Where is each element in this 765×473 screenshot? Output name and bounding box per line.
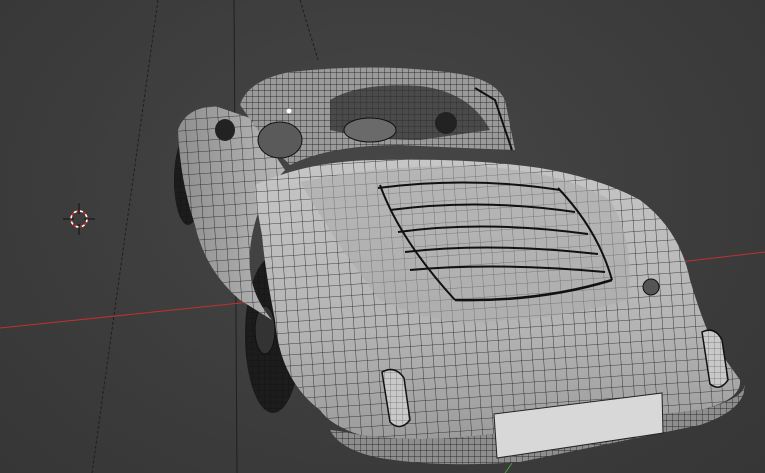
grid-line — [299, 0, 319, 61]
grid-line — [91, 0, 159, 473]
fuel-cap — [642, 278, 660, 296]
x-axis-line — [0, 301, 251, 329]
car-mesh-object[interactable] — [174, 67, 745, 465]
viewport-scene[interactable] — [0, 0, 765, 473]
3d-viewport[interactable] — [0, 0, 765, 473]
light-object-icon[interactable] — [286, 108, 292, 114]
3d-cursor-icon[interactable] — [63, 203, 95, 235]
y-axis-line — [504, 462, 513, 473]
x-axis-line — [679, 251, 765, 263]
